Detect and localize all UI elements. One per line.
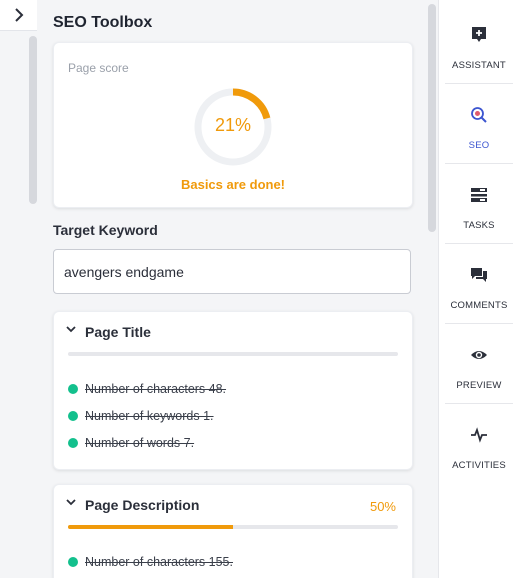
list-item: Number of characters 155. (68, 553, 233, 578)
page-description-checklist: Number of characters 155. (68, 553, 233, 578)
page-description-toggle[interactable]: Page Description 50% (54, 485, 412, 523)
page-title-checklist: Number of characters 48. Number of keywo… (68, 380, 226, 461)
status-dot (68, 438, 78, 448)
page-title-progress (68, 352, 398, 356)
rail-label-preview: PREVIEW (456, 380, 502, 391)
score-status: Basics are done! (180, 177, 286, 192)
page-score-card: Page score 21% Basics are done! (53, 42, 413, 208)
comments-icon (471, 268, 487, 282)
panel-scrollbar[interactable] (428, 4, 436, 232)
rail-label-comments: COMMENTS (450, 300, 508, 311)
page-title-heading: Page Title (85, 324, 151, 340)
status-dot (68, 411, 78, 421)
activity-icon (471, 427, 487, 443)
score-value: 21% (214, 115, 252, 135)
seo-search-icon (471, 107, 487, 123)
page-description-percent: 50% (369, 499, 396, 514)
assistant-icon (472, 27, 486, 42)
list-item: Number of keywords 1. (68, 407, 226, 434)
page-title-section: Page Title Number of characters 48. Numb… (53, 311, 413, 470)
tasks-icon (471, 188, 487, 202)
status-dot (68, 384, 78, 394)
page-score-label: Page score (68, 61, 129, 75)
left-scrollbar[interactable] (29, 36, 37, 204)
rail-label-tasks: TASKS (463, 220, 495, 231)
rail-label-activities: ACTIVITIES (452, 460, 506, 471)
chevron-right-icon (14, 8, 23, 22)
rail-label-seo: SEO (468, 140, 490, 151)
status-dot (68, 557, 78, 567)
rail-label-assistant: ASSISTANT (452, 60, 506, 71)
rail-item-preview[interactable]: PREVIEW (445, 324, 513, 404)
page-description-heading: Page Description (85, 497, 200, 513)
seo-toolbox-panel: SEO Toolbox Page score 21% Basics are do… (37, 0, 425, 578)
rail-item-assistant[interactable]: ASSISTANT (445, 4, 513, 84)
page-title-toggle[interactable]: Page Title (54, 312, 412, 350)
rail-item-comments[interactable]: COMMENTS (445, 244, 513, 324)
rail-item-activities[interactable]: ACTIVITIES (445, 404, 513, 483)
check-text: Number of characters 155. (85, 555, 233, 569)
rail-item-seo[interactable]: SEO (445, 84, 513, 164)
expand-sidebar-button[interactable] (0, 0, 38, 31)
check-text: Number of characters 48. (85, 382, 227, 396)
right-tool-rail: ASSISTANT SEO TASKS COMMENTS PREVIEW ACT… (438, 0, 518, 578)
check-text: Number of words 7. (85, 436, 195, 450)
page-description-section: Page Description 50% Number of character… (53, 484, 413, 578)
page-description-progress (68, 525, 398, 529)
check-text: Number of keywords 1. (85, 409, 214, 423)
list-item: Number of characters 48. (68, 380, 226, 407)
list-item: Number of words 7. (68, 434, 226, 461)
chevron-down-icon (66, 499, 76, 506)
page-description-progress-fill (68, 525, 233, 529)
panel-title: SEO Toolbox (53, 14, 153, 31)
rail-item-tasks[interactable]: TASKS (445, 164, 513, 244)
chevron-down-icon (66, 326, 76, 333)
target-keyword-label: Target Keyword (53, 222, 158, 238)
target-keyword-input[interactable] (53, 249, 411, 294)
eye-icon (471, 351, 487, 359)
